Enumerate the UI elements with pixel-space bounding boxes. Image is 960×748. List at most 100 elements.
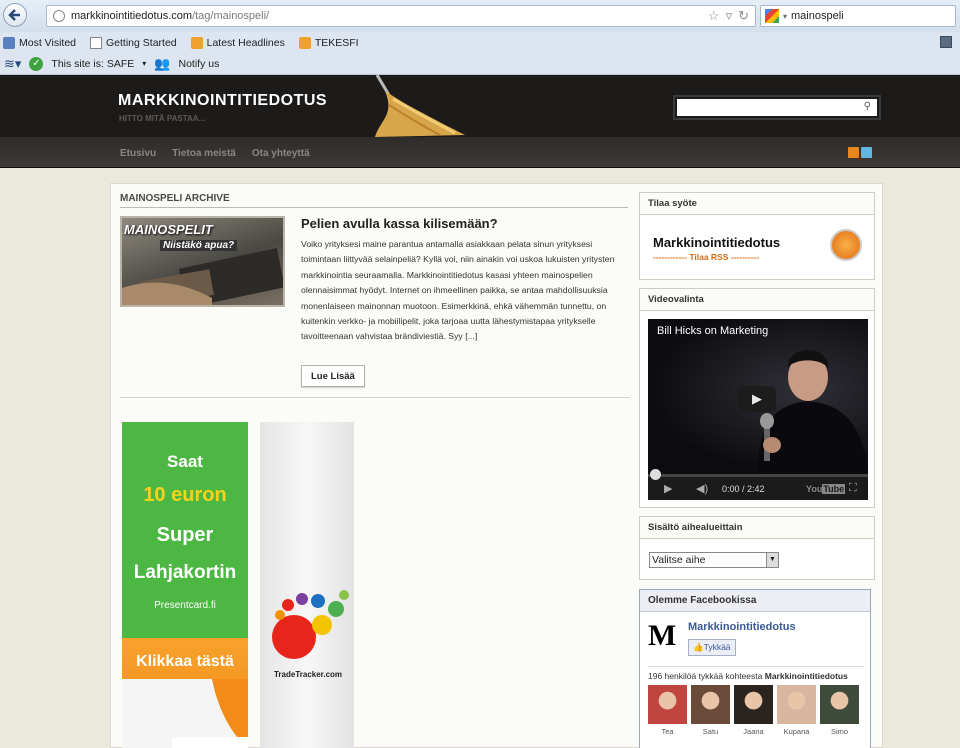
bookmarks-menu-icon[interactable]	[940, 36, 952, 48]
ad-line-4: Lahjakortin	[133, 562, 237, 583]
ad-cta-area: Klikkaa tästä	[122, 638, 248, 748]
bookmark-tekesfi[interactable]: TEKESFI	[298, 36, 359, 49]
video-time: 0:00 / 2:42	[722, 484, 765, 494]
facebook-like-button[interactable]: 👍Tykkää	[688, 639, 736, 656]
facebook-fan[interactable]: Jaana	[734, 685, 773, 736]
notify-us-button[interactable]: Notify us	[178, 58, 219, 70]
topic-select[interactable]: Valitse aihe ▼	[649, 552, 779, 568]
back-button[interactable]	[3, 3, 27, 27]
play-button[interactable]: ▶	[738, 386, 776, 412]
notify-users-icon: 👥	[154, 55, 171, 71]
fan-name: Simo	[830, 727, 849, 736]
fan-avatar[interactable]	[691, 685, 730, 724]
post-thumbnail-title: MAINOSPELIT	[124, 222, 213, 237]
tradetracker-ad[interactable]: TradeTracker.com	[260, 422, 354, 748]
site-title[interactable]: MARKKINOINTITIEDOTUS	[118, 92, 327, 110]
fan-name: Jaana	[743, 727, 764, 736]
address-bar[interactable]: markkinointitiedotus.com/tag/mainospeli/…	[46, 5, 756, 27]
thumbs-up-icon: 👍	[693, 642, 704, 652]
rss-feed-icon[interactable]	[830, 229, 862, 261]
url-path: /tag/mainospeli/	[192, 10, 270, 22]
safe-dropdown-icon[interactable]: ▾	[142, 59, 146, 68]
facebook-widget: Olemme Facebookissa M Markkinointitiedot…	[639, 589, 871, 748]
fan-avatar[interactable]	[777, 685, 816, 724]
fan-avatar[interactable]	[734, 685, 773, 724]
site-tagline: HITTO MITÄ PASTAA...	[119, 114, 206, 123]
search-icon[interactable]: ⚲	[864, 101, 871, 112]
tradetracker-label: TradeTracker.com	[273, 670, 343, 679]
facebook-like-count: 196 henkilöä tykkää kohteesta Markkinoin…	[648, 671, 848, 681]
facebook-heading: Olemme Facebookissa	[640, 590, 870, 612]
site-search: ⚲	[673, 95, 881, 120]
facebook-faces: Tea Satu Jaana Kupana Simo	[648, 685, 859, 736]
fan-name: Kupana	[783, 727, 810, 736]
globe-icon	[53, 10, 65, 22]
site-header: MARKKINOINTITIEDOTUS HITTO MITÄ PASTAA..…	[0, 75, 960, 137]
video-heading: Videovalinta	[640, 289, 874, 311]
presentcard-ad[interactable]: Saat 10 euron Super Lahjakortin Presentc…	[122, 422, 248, 748]
browser-toolbar: markkinointitiedotus.com/tag/mainospeli/…	[0, 0, 960, 32]
tradetracker-logo	[272, 590, 349, 659]
facebook-page-logo[interactable]: M	[648, 620, 680, 652]
read-more-button[interactable]: Lue Lisää	[301, 365, 365, 387]
facebook-fan[interactable]: Satu	[691, 685, 730, 736]
rss-icon[interactable]	[848, 147, 859, 158]
post-divider	[120, 397, 630, 398]
fan-avatar[interactable]	[648, 685, 687, 724]
bookmark-latest-headlines[interactable]: Latest Headlines	[190, 36, 285, 49]
reload-icon[interactable]: ↻	[738, 8, 749, 24]
pasta-fork-image	[375, 75, 465, 137]
site-safety-status[interactable]: This site is: SAFE	[51, 58, 134, 70]
facebook-fan[interactable]: Tea	[648, 685, 687, 736]
bookmark-getting-started[interactable]: Getting Started	[90, 36, 177, 49]
search-engine-box[interactable]: ▾ mainospeli	[760, 5, 956, 27]
play-icon: ▶	[752, 391, 762, 406]
video-widget: Videovalinta Bill Hicks on Marketing ▶ ▶…	[639, 288, 875, 508]
topics-widget: Sisältö aihealueittain Valitse aihe ▼	[639, 516, 875, 580]
google-icon[interactable]	[765, 9, 779, 23]
addon-toolbar: ≋▾ ✓ This site is: SAFE ▾ 👥 Notify us	[0, 53, 960, 75]
facebook-page-name[interactable]: Markkinointitiedotus	[688, 621, 796, 633]
archive-heading: MAINOSPELI ARCHIVE	[120, 193, 628, 208]
video-title[interactable]: Bill Hicks on Marketing	[657, 325, 768, 337]
nav-tietoa-meista[interactable]: Tietoa meistä	[172, 148, 236, 159]
chevron-down-icon[interactable]: ▼	[766, 553, 778, 567]
fan-name: Satu	[702, 727, 719, 736]
fullscreen-icon[interactable]: ⛶	[849, 482, 857, 495]
video-controls: ▶ ◀) 0:00 / 2:42 YouTube ⛶	[648, 469, 868, 500]
subscribe-rss-link[interactable]: ------------ Tilaa RSS ----------	[653, 252, 759, 262]
content-area: MAINOSPELI ARCHIVE MAINOSPELIT Niistäkö …	[110, 183, 883, 748]
search-engine-dropdown-icon[interactable]: ▾	[783, 12, 787, 21]
facebook-fan[interactable]: Kupana	[777, 685, 816, 736]
nav-etusivu[interactable]: Etusivu	[120, 148, 156, 159]
dropdown-arrow-icon[interactable]: ▿	[726, 8, 733, 24]
post-thumbnail-subtitle: Niistäkö apua?	[160, 240, 238, 251]
post-title[interactable]: Pelien avulla kassa kilisemään?	[301, 216, 498, 231]
browser-search-input[interactable]: mainospeli	[791, 10, 844, 22]
video-progress-handle[interactable]	[650, 469, 661, 480]
wot-menu-icon[interactable]: ≋▾	[4, 56, 21, 72]
play-control-icon[interactable]: ▶	[664, 482, 672, 495]
post-thumbnail[interactable]: MAINOSPELIT Niistäkö apua?	[120, 216, 285, 307]
topics-heading: Sisältö aihealueittain	[640, 517, 874, 539]
subscribe-title[interactable]: Markkinointitiedotus	[653, 235, 780, 250]
bookmark-star-icon[interactable]: ☆	[708, 8, 720, 24]
nav-ota-yhteytta[interactable]: Ota yhteyttä	[252, 148, 310, 159]
video-player[interactable]: Bill Hicks on Marketing ▶ ▶ ◀) 0:00 / 2:…	[648, 319, 868, 500]
safe-check-icon: ✓	[29, 56, 44, 71]
twitter-icon[interactable]	[861, 147, 872, 158]
site-search-input[interactable]: ⚲	[677, 99, 877, 116]
youtube-logo[interactable]: YouTube	[806, 484, 846, 494]
video-frame: Bill Hicks on Marketing ▶	[648, 319, 868, 474]
volume-icon[interactable]: ◀)	[696, 482, 708, 495]
rss-feed-icon	[190, 36, 203, 49]
most-visited-icon	[3, 36, 15, 49]
facebook-fan[interactable]: Simo	[820, 685, 859, 736]
bookmarks-bar: Most Visited Getting Started Latest Head…	[0, 32, 960, 53]
page-icon	[90, 36, 102, 49]
topic-select-value: Valitse aihe	[652, 554, 706, 566]
ad-line-3: Super	[156, 524, 214, 546]
bookmark-most-visited[interactable]: Most Visited	[3, 36, 76, 49]
fan-avatar[interactable]	[820, 685, 859, 724]
ad-cta: Klikkaa tästä	[136, 653, 234, 670]
